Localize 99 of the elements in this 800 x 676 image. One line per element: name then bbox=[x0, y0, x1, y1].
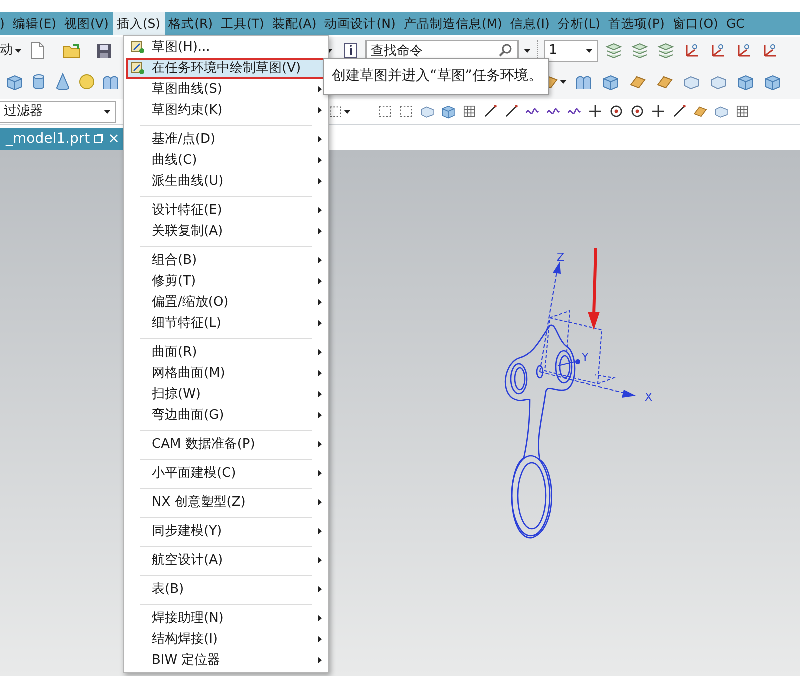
submenu-arrow-icon bbox=[318, 178, 322, 185]
submenu-arrow-icon bbox=[318, 615, 322, 622]
line-icon[interactable] bbox=[482, 103, 499, 120]
caret-icon[interactable] bbox=[15, 49, 22, 53]
menu-item[interactable]: BIW 定位器 bbox=[126, 650, 326, 671]
line-icon[interactable] bbox=[671, 103, 688, 120]
menubar-item[interactable]: 产品制造信息(M) bbox=[400, 12, 506, 35]
circle-icon[interactable] bbox=[608, 103, 625, 120]
circle-icon[interactable] bbox=[629, 103, 646, 120]
menu-item[interactable]: 组合(B) bbox=[126, 250, 326, 271]
document-tab[interactable]: _model1.prt × bbox=[0, 128, 126, 150]
plus-icon[interactable] bbox=[587, 103, 604, 120]
menubar-item[interactable]: 信息(I) bbox=[506, 12, 554, 35]
submenu-arrow-icon bbox=[318, 412, 322, 419]
submenu-arrow-icon bbox=[318, 499, 322, 506]
selection-icon[interactable] bbox=[377, 103, 394, 120]
menubar-item[interactable]: 插入(S) bbox=[112, 12, 165, 35]
submenu-arrow-icon bbox=[318, 557, 322, 564]
close-button[interactable]: × bbox=[108, 128, 120, 150]
menubar-item[interactable]: 工具(T) bbox=[217, 12, 268, 35]
menu-item[interactable]: 表(B) bbox=[126, 579, 326, 600]
layers-icon[interactable] bbox=[604, 41, 624, 61]
submenu-arrow-icon bbox=[318, 207, 322, 214]
menu-item[interactable]: 焊接助理(N) bbox=[126, 608, 326, 629]
menu-item[interactable]: CAM 数据准备(P) bbox=[126, 434, 326, 455]
submenu-arrow-icon bbox=[318, 470, 322, 477]
caret-icon[interactable] bbox=[524, 49, 531, 53]
cube-icon[interactable] bbox=[440, 103, 457, 120]
menubar-item[interactable]: 格式(R) bbox=[164, 12, 218, 35]
submenu-arrow-icon bbox=[318, 391, 322, 398]
command-label: 动 bbox=[0, 42, 13, 60]
menu-item[interactable]: 弯边曲面(G) bbox=[126, 405, 326, 426]
y-axis-arrow bbox=[558, 360, 580, 366]
menubar-item[interactable]: 动画设计(N) bbox=[320, 12, 400, 35]
submenu-arrow-icon bbox=[318, 586, 322, 593]
menu-item[interactable]: 关联复制(A) bbox=[126, 221, 326, 242]
menu-item[interactable]: 同步建模(Y) bbox=[126, 521, 326, 542]
menu-item[interactable]: 草图约束(K) bbox=[126, 100, 326, 121]
submenu-arrow-icon bbox=[318, 278, 322, 285]
restore-icon[interactable] bbox=[94, 134, 104, 144]
submenu-arrow-icon bbox=[318, 370, 322, 377]
menu-item[interactable]: 航空设计(A) bbox=[126, 550, 326, 571]
grid-icon[interactable] bbox=[461, 103, 478, 120]
layer-dropdown[interactable]: 1 bbox=[544, 40, 598, 62]
menu-item[interactable]: 偏置/缩放(O) bbox=[126, 292, 326, 313]
sketch-icon bbox=[131, 40, 146, 55]
menubar-item[interactable]: ) bbox=[0, 12, 9, 35]
submenu-arrow-icon bbox=[318, 320, 322, 327]
menubar-item[interactable]: 首选项(P) bbox=[604, 12, 669, 35]
sketch-icon bbox=[131, 61, 146, 76]
menu-item[interactable]: 草图曲线(S) bbox=[126, 79, 326, 100]
line-icon[interactable] bbox=[503, 103, 520, 120]
folder-icon[interactable] bbox=[62, 41, 82, 61]
menu-item[interactable]: 设计特征(E) bbox=[126, 200, 326, 221]
menu-item[interactable]: 细节特征(L) bbox=[126, 313, 326, 334]
grid-icon[interactable] bbox=[734, 103, 751, 120]
menu-item[interactable]: 曲线(C) bbox=[126, 150, 326, 171]
menubar-item[interactable]: 窗口(O) bbox=[668, 12, 722, 35]
caret-icon[interactable] bbox=[560, 80, 567, 84]
submenu-arrow-icon bbox=[318, 157, 322, 164]
submenu-arrow-icon bbox=[318, 86, 322, 93]
menu-item[interactable]: 派生曲线(U) bbox=[126, 171, 326, 192]
menubar-item[interactable]: 装配(A) bbox=[268, 12, 321, 35]
menu-item[interactable]: 在任务环境中绘制草图(V) bbox=[126, 58, 326, 79]
submenu-arrow-icon bbox=[318, 636, 322, 643]
submenu-arrow-icon bbox=[318, 349, 322, 356]
menubar-item[interactable]: 视图(V) bbox=[60, 12, 113, 35]
submenu-arrow-icon bbox=[318, 228, 322, 235]
caret-icon[interactable] bbox=[586, 49, 593, 53]
submenu-arrow-icon bbox=[318, 107, 322, 114]
axis-label: Y bbox=[582, 351, 589, 364]
menubar-item[interactable]: 编辑(E) bbox=[8, 12, 61, 35]
caret-icon[interactable] bbox=[344, 110, 351, 114]
menu-item[interactable]: NX 创意塑型(Z) bbox=[126, 492, 326, 513]
tooltip: 创建草图并进入“草图”任务环境。 bbox=[323, 58, 549, 95]
submenu-arrow-icon bbox=[318, 657, 322, 664]
caret-icon[interactable] bbox=[104, 110, 111, 114]
menu-item[interactable]: 结构焊接(I) bbox=[126, 629, 326, 650]
layers-icon[interactable] bbox=[630, 41, 650, 61]
menu-item[interactable]: 曲面(R) bbox=[126, 342, 326, 363]
submenu-arrow-icon bbox=[318, 528, 322, 535]
plus-icon[interactable] bbox=[650, 103, 667, 120]
menu-item[interactable]: 修剪(T) bbox=[126, 271, 326, 292]
submenu-arrow-icon bbox=[318, 257, 322, 264]
selection-icon[interactable] bbox=[398, 103, 415, 120]
axis-label: X bbox=[645, 391, 653, 404]
submenu-arrow-icon bbox=[318, 441, 322, 448]
menubar-item[interactable]: 分析(L) bbox=[554, 12, 605, 35]
menubar-item[interactable]: GC bbox=[722, 12, 749, 35]
filter-dropdown[interactable]: 过滤器 bbox=[0, 100, 116, 122]
menu-item[interactable]: 网格曲面(M) bbox=[126, 363, 326, 384]
submenu-arrow-icon bbox=[318, 136, 322, 143]
axis-label: Z bbox=[557, 251, 565, 264]
menu-item[interactable]: 基准/点(D) bbox=[126, 129, 326, 150]
menu-item[interactable]: 草图(H)... bbox=[126, 37, 326, 58]
menu-item[interactable]: 扫掠(W) bbox=[126, 384, 326, 405]
menu-item[interactable]: 小平面建模(C) bbox=[126, 463, 326, 484]
layers-icon[interactable] bbox=[656, 41, 676, 61]
submenu-arrow-icon bbox=[318, 299, 322, 306]
